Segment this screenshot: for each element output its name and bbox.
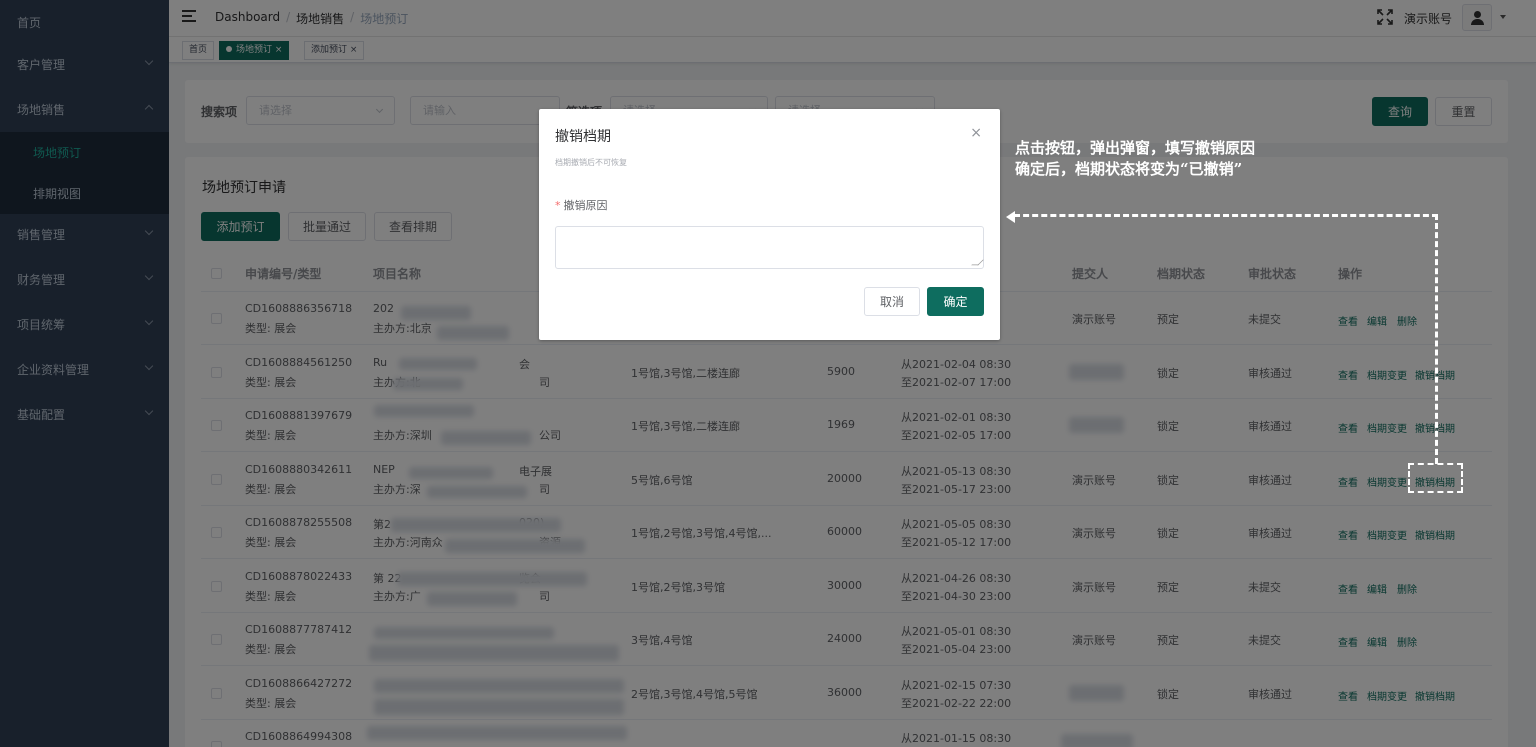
reason-textarea[interactable] bbox=[555, 226, 984, 269]
cancel-button[interactable]: 取消 bbox=[864, 287, 920, 316]
reason-label-text: 撤销原因 bbox=[563, 199, 608, 212]
annotation-text: 点击按钮，弹出弹窗，填写撤销原因 确定后，档期状态将变为“已撤销” bbox=[1015, 139, 1256, 178]
annotation-arrow-line bbox=[1014, 214, 1438, 217]
revoke-dialog: 撤销档期 × 档期撤销后不可恢复 * 撤销原因 取消 确定 bbox=[539, 109, 1000, 340]
reason-label: * 撤销原因 bbox=[555, 197, 608, 213]
annotation-arrow-line bbox=[1435, 214, 1438, 464]
annotation-highlight-box bbox=[1408, 463, 1463, 493]
dialog-tip: 档期撤销后不可恢复 bbox=[555, 158, 627, 167]
confirm-button[interactable]: 确定 bbox=[927, 287, 984, 316]
required-mark: * bbox=[555, 199, 561, 212]
arrow-left-icon bbox=[1006, 211, 1015, 223]
close-icon[interactable]: × bbox=[970, 125, 982, 141]
dialog-title: 撤销档期 bbox=[555, 129, 611, 145]
